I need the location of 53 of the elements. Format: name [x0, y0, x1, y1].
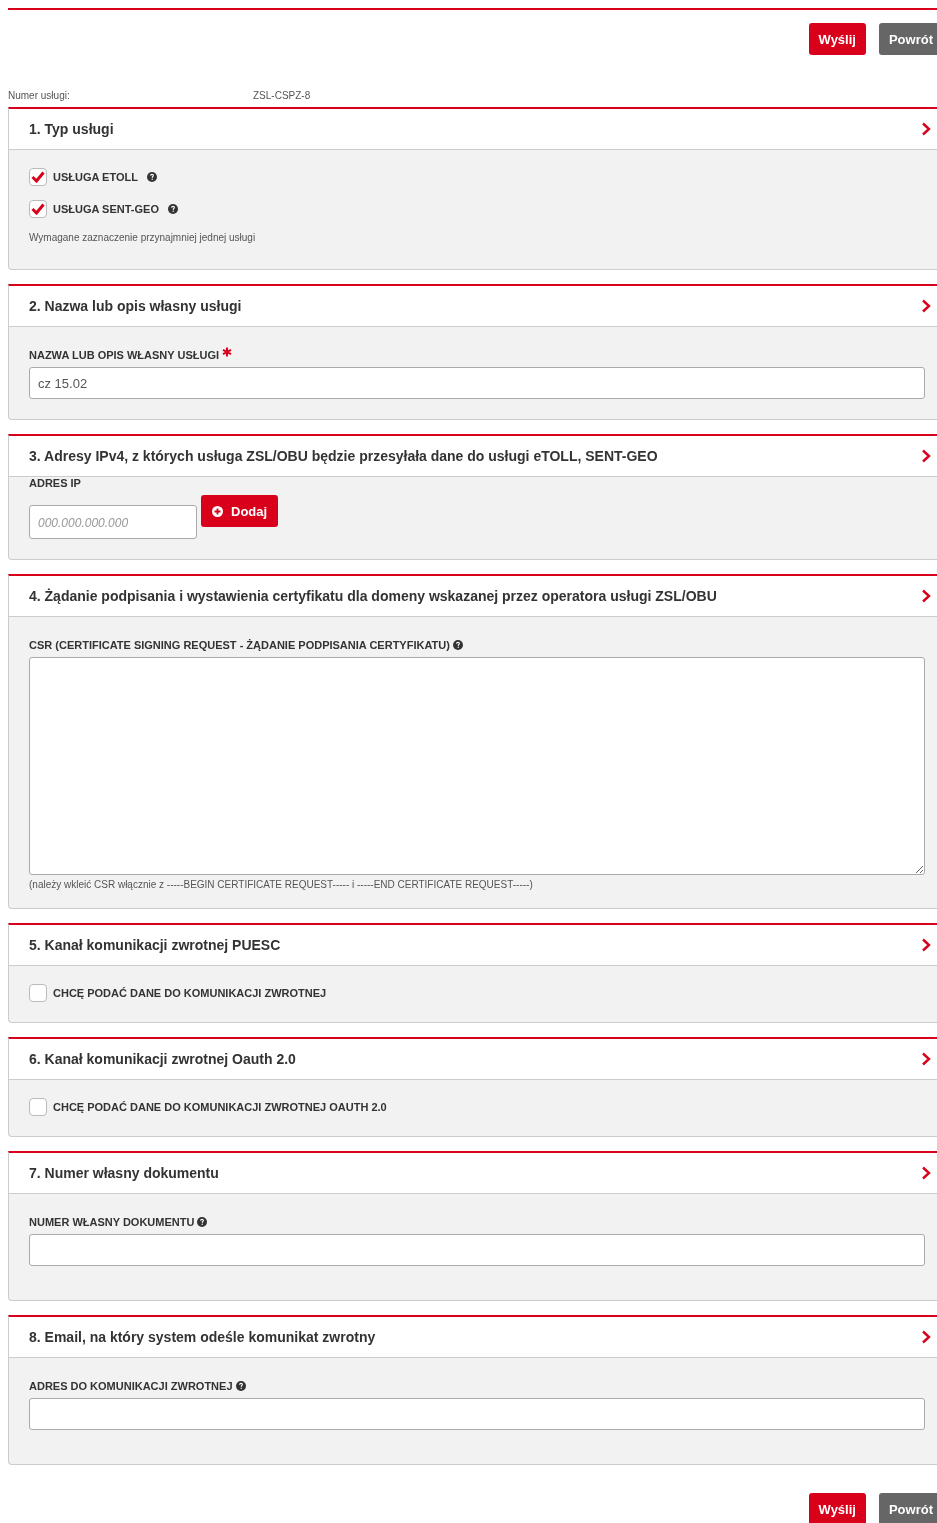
- section-title: 5. Kanał komunikacji zwrotnej PUESC: [29, 937, 281, 953]
- section-header[interactable]: 8. Email, na który system odeśle komunikat zwrotny: [9, 1317, 937, 1358]
- field-value: ZSL-CSPZ-8: [253, 90, 311, 101]
- checkbox-label: USŁUGA SENT-GEO: [53, 203, 159, 215]
- section-title: 3. Adresy IPv4, z których usługa ZSL/OBU będzie przesyłała dane do usługi eTOLL, SENT-GEO: [29, 448, 658, 464]
- checkbox[interactable]: [29, 200, 47, 218]
- hint-text: (należy wkleić CSR włącznie z -----BEGIN CERTIFICATE REQUEST----- i -----END CERTIFICATE REQUEST-----): [29, 879, 534, 890]
- section-header[interactable]: 2. Nazwa lub opis własny usługi: [9, 286, 937, 327]
- section-title: 4. Żądanie podpisania i wystawienia certyfikatu dla domeny wskazanej przez operatora usługi ZSL/OBU: [29, 588, 717, 604]
- text-field[interactable]: cz 15.02: [29, 367, 925, 399]
- send-button[interactable]: Wyślij: [808, 1493, 866, 1523]
- section-title: 1. Typ usługi: [29, 121, 114, 137]
- field-label: CSR (CERTIFICATE SIGNING REQUEST - ŻĄDANIE PODPISANIA CERTYFIKATU): [29, 639, 450, 651]
- checkbox[interactable]: [29, 168, 47, 186]
- ip-field[interactable]: 000.000.000.000: [29, 505, 197, 539]
- section-header[interactable]: 1. Typ usługi: [9, 109, 937, 150]
- section-title: 8. Email, na który system odeśle komunikat zwrotny: [29, 1329, 376, 1345]
- section-title: 6. Kanał komunikacji zwrotnej Oauth 2.0: [29, 1051, 296, 1067]
- section-header[interactable]: 4. Żądanie podpisania i wystawienia certyfikatu dla domeny wskazanej przez operatora usługi ZSL/OBU: [9, 576, 937, 617]
- checkbox[interactable]: [29, 984, 47, 1002]
- field-label: ADRES IP: [29, 477, 81, 489]
- chevron-icon: [921, 1052, 931, 1066]
- field-label: NUMER WŁASNY DOKUMENTU: [29, 1216, 195, 1228]
- send-button[interactable]: Wyślij: [808, 23, 866, 55]
- chevron-icon: [921, 589, 931, 603]
- section-title: 2. Nazwa lub opis własny usługi: [29, 298, 242, 314]
- chevron-icon: [921, 122, 931, 136]
- back-button[interactable]: Powrót: [878, 1493, 937, 1523]
- plus-icon: [212, 505, 223, 517]
- section-header[interactable]: 3. Adresy IPv4, z których usługa ZSL/OBU będzie przesyłała dane do usługi eTOLL, SENT-GEO: [9, 436, 937, 477]
- chevron-icon: [921, 299, 931, 313]
- hint-text: Wymagane zaznaczenie przynajmniej jednej usługi: [29, 232, 257, 243]
- section-title: 7. Numer własny dokumentu: [29, 1165, 219, 1181]
- text-field[interactable]: [29, 1398, 925, 1430]
- checkmark-icon: [31, 171, 45, 183]
- field-label: NAZWA LUB OPIS WŁASNY USŁUGI: [29, 349, 220, 361]
- back-button[interactable]: Powrót: [878, 23, 937, 55]
- chevron-icon: [921, 1330, 931, 1344]
- field-label: Numer usługi:: [8, 90, 71, 101]
- checkbox-label: CHCĘ PODAĆ DANE DO KOMUNIKACJI ZWROTNEJ: [53, 987, 327, 999]
- add-button[interactable]: Dodaj: [201, 495, 279, 527]
- chevron-icon: [921, 938, 931, 952]
- chevron-icon: [921, 449, 931, 463]
- section-header[interactable]: 7. Numer własny dokumentu: [9, 1153, 937, 1194]
- checkbox[interactable]: [29, 1098, 47, 1116]
- checkmark-icon: [31, 203, 45, 215]
- field-label: ADRES DO KOMUNIKACJI ZWROTNEJ: [29, 1380, 233, 1392]
- section-header[interactable]: 5. Kanał komunikacji zwrotnej PUESC: [9, 925, 937, 966]
- chevron-icon: [921, 1166, 931, 1180]
- text-field[interactable]: [29, 1234, 925, 1266]
- checkbox-label: USŁUGA ETOLL: [53, 171, 138, 183]
- checkbox-label: CHCĘ PODAĆ DANE DO KOMUNIKACJI ZWROTNEJ OAUTH 2.0: [53, 1101, 387, 1113]
- section-header[interactable]: 6. Kanał komunikacji zwrotnej Oauth 2.0: [9, 1039, 937, 1080]
